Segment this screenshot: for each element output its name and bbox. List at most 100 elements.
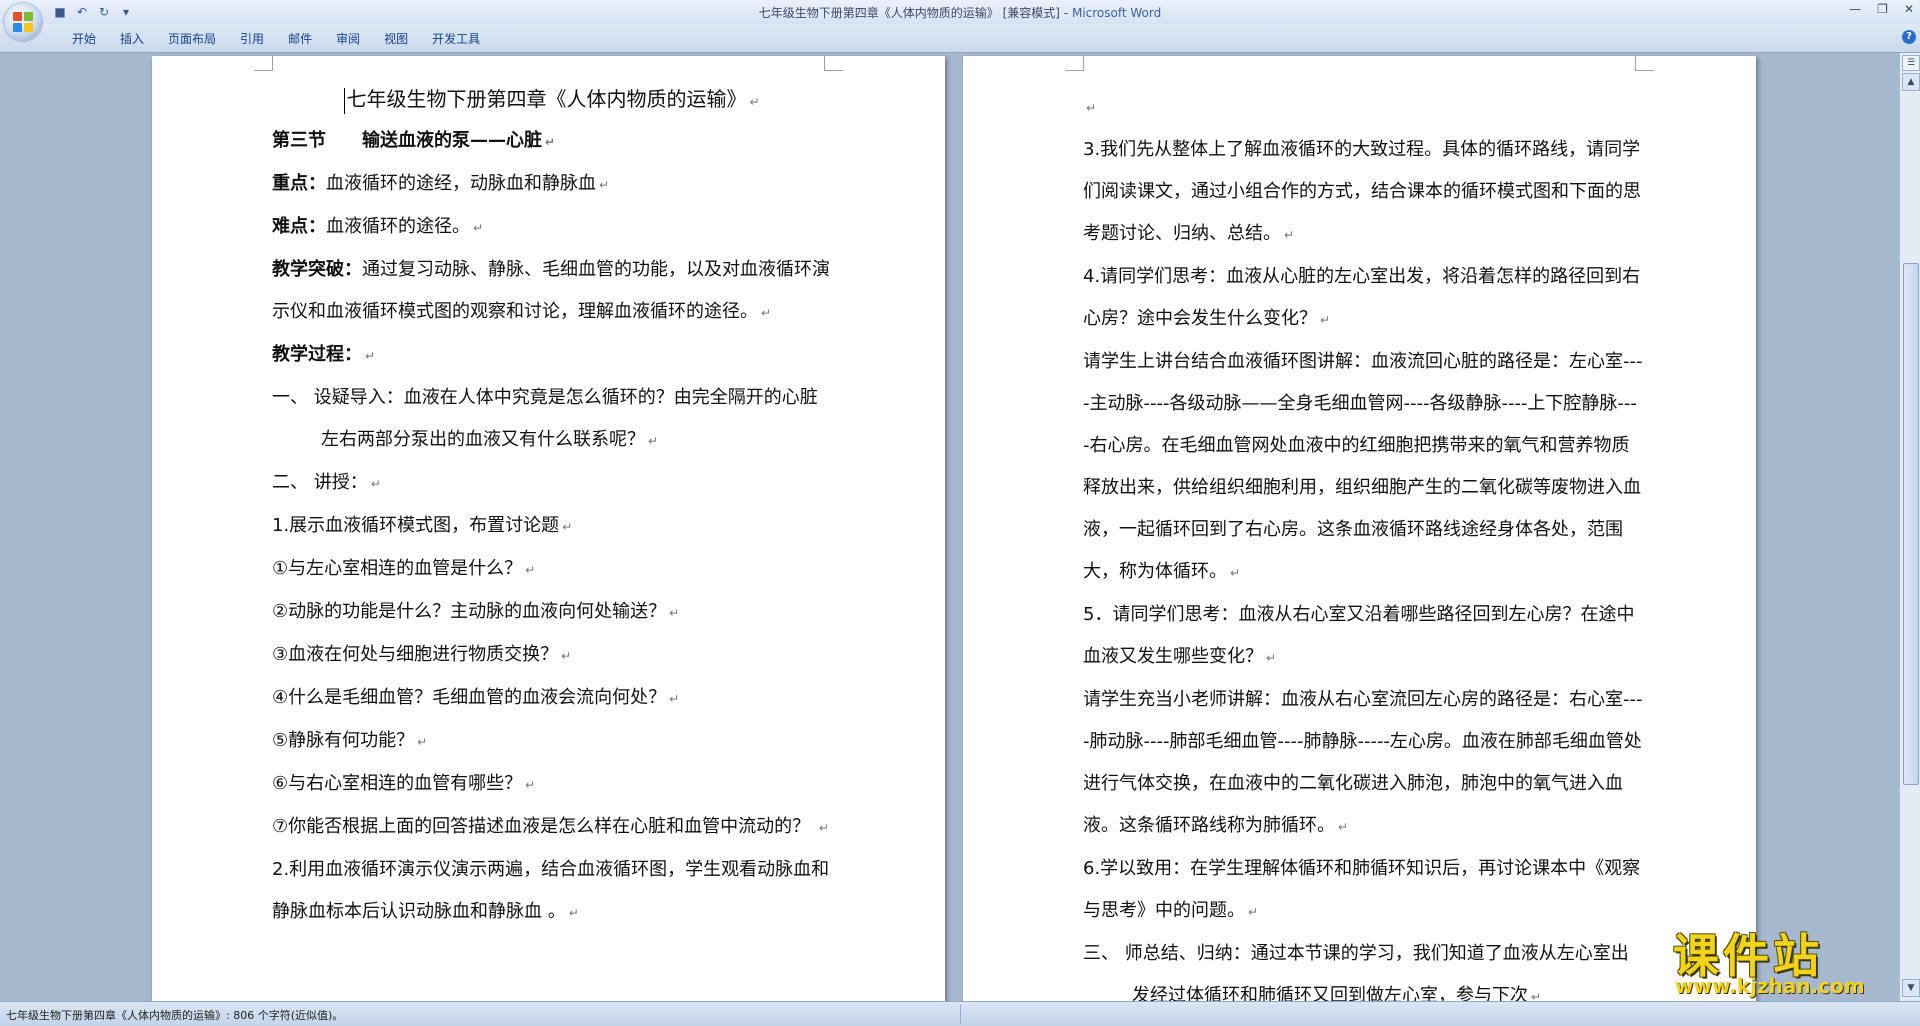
scroll-up-icon[interactable]: ▲ — [1902, 73, 1920, 91]
paragraph-mark-icon: ↵ — [562, 520, 573, 534]
paragraph[interactable]: ⑤静脉有何功能？ ↵ — [272, 720, 832, 763]
paragraph-mark-icon: ↵ — [818, 821, 829, 835]
paragraph[interactable]: 一、 设疑导入：血液在人体中究竟是怎么循环的？由完全隔开的心脏左右两部分泵出的血… — [272, 377, 832, 462]
app-name: Microsoft Word — [1071, 6, 1162, 20]
paragraph[interactable]: 2.利用血液循环演示仪演示两遍，结合血液循环图，学生观看动脉血和静脉血标本后认识… — [272, 849, 832, 934]
paragraph-text: 2.利用血液循环演示仪演示两遍，结合血液循环图，学生观看动脉血和静脉血标本后认识… — [272, 859, 830, 922]
crop-mark — [254, 56, 273, 71]
paragraph[interactable]: 七年级生物下册第四章《人体内物质的运输》 ↵ — [272, 78, 832, 120]
window-title: 七年级生物下册第四章《人体内物质的运输》 [兼容模式] - Microsoft … — [0, 4, 1920, 21]
watermark: 课件站 www.kjzhan.com — [1665, 920, 1905, 1000]
paragraph-mark-icon: ↵ — [568, 906, 579, 920]
paragraph[interactable]: 三、 师总结、归纳：通过本节课的学习，我们知道了血液从左心室出发经过体循环和肺循… — [1083, 933, 1643, 1001]
paragraph[interactable]: 二、 讲授： ↵ — [272, 462, 832, 505]
page-left-text[interactable]: 七年级生物下册第四章《人体内物质的运输》 ↵ 第三节 输送血液的泵——心脏 ↵ 重点：血液… — [272, 78, 832, 934]
paragraph[interactable]: 第三节 输送血液的泵——心脏 ↵ — [272, 120, 832, 163]
paragraph-mark-icon: ↵ — [365, 349, 376, 363]
tab-page-layout[interactable]: 页面布局 — [156, 30, 228, 48]
tab-view[interactable]: 视图 — [372, 30, 420, 48]
paragraph-mark-icon: ↵ — [370, 477, 381, 491]
paragraph-text: 七年级生物下册第四章《人体内物质的运输》 — [346, 87, 747, 111]
paragraph-mark-icon: ↵ — [561, 649, 572, 663]
document-title: 七年级生物下册第四章《人体内物质的运输》 [兼容模式] — [758, 6, 1060, 20]
paragraph[interactable]: ③血液在何处与细胞进行物质交换？ ↵ — [272, 634, 832, 677]
ribbon: 开始 插入 页面布局 引用 邮件 审阅 视图 开发工具 ? — [0, 24, 1920, 53]
office-logo-icon — [13, 12, 33, 32]
paragraph-mark-icon: ↵ — [1248, 905, 1259, 919]
paragraph[interactable]: 6.学以致用：在学生理解体循环和肺循环知识后，再讨论课本中《观察与思考》中的问题… — [1083, 848, 1643, 933]
paragraph-mark-icon: ↵ — [1266, 651, 1277, 665]
paragraph-mark-icon: ↵ — [525, 778, 536, 792]
title-bar: ■ ↶ ↻ ▾ 七年级生物下册第四章《人体内物质的运输》 [兼容模式] - Mi… — [0, 0, 1920, 41]
paragraph-text: 输送血液的泵——心脏 — [362, 130, 542, 151]
paragraph[interactable]: 3.我们先从整体上了解血液循环的大致过程。具体的循环路线，请同学们阅读课文，通过… — [1083, 129, 1643, 256]
page-right-text[interactable]: ↵ 3.我们先从整体上了解血液循环的大致过程。具体的循环路线，请同学们阅读课文，通… — [1083, 86, 1643, 1001]
paragraph-text: 6.学以致用：在学生理解体循环和肺循环知识后，再讨论课本中《观察与思考》中的问题… — [1083, 858, 1641, 921]
close-icon[interactable]: ✕ — [1904, 2, 1914, 16]
paragraph-mark-icon: ↵ — [1531, 990, 1542, 1001]
paragraph-text: ③血液在何处与细胞进行物质交换？ — [272, 644, 559, 665]
paragraph[interactable]: ④什么是毛细血管？毛细血管的血液会流向何处？ ↵ — [272, 677, 832, 720]
paragraph-text: 5．请同学们思考：血液从右心室又沿着哪些路径回到左心房？在途中血液又发生哪些变化… — [1083, 604, 1635, 667]
window-controls: — ❐ ✕ — [1849, 2, 1914, 16]
paragraph-text: 血液循环的途经，动脉血和静脉血 — [326, 173, 596, 194]
paragraph-mark-icon: ↵ — [1338, 820, 1349, 834]
paragraph-mark-icon: ↵ — [473, 221, 484, 235]
status-divider — [960, 1004, 961, 1024]
tab-mailings[interactable]: 邮件 — [276, 30, 324, 48]
minimize-icon[interactable]: — — [1849, 2, 1861, 16]
help-icon[interactable]: ? — [1902, 30, 1916, 44]
paragraph-mark-icon: ↵ — [1284, 228, 1295, 242]
tab-home[interactable]: 开始 — [60, 30, 108, 48]
tab-review[interactable]: 审阅 — [324, 30, 372, 48]
paragraph[interactable]: 重点：血液循环的途经，动脉血和静脉血 ↵ — [272, 163, 832, 206]
paragraph-mark-icon: ↵ — [669, 692, 680, 706]
page-left[interactable]: 七年级生物下册第四章《人体内物质的运输》 ↵ 第三节 输送血液的泵——心脏 ↵ 重点：血液… — [152, 56, 945, 1001]
paragraph-text: ④什么是毛细血管？毛细血管的血液会流向何处？ — [272, 687, 667, 708]
paragraph-mark-icon: ↵ — [545, 135, 556, 149]
paragraph[interactable]: ⑦你能否根据上面的回答描述血液是怎么样在心脏和血管中流动的？ ↵ — [272, 806, 832, 849]
title-separator: - — [1059, 6, 1072, 20]
paragraph-mark-icon: ↵ — [1230, 566, 1241, 580]
paragraph[interactable]: 5．请同学们思考：血液从右心室又沿着哪些路径回到左心房？在途中血液又发生哪些变化… — [1083, 594, 1643, 679]
tab-insert[interactable]: 插入 — [108, 30, 156, 48]
tab-references[interactable]: 引用 — [228, 30, 276, 48]
vertical-scrollbar[interactable]: ☰ ▲ ▼ — [1899, 53, 1920, 1001]
tab-developer[interactable]: 开发工具 — [420, 30, 492, 48]
paragraph-mark-icon: ↵ — [525, 563, 536, 577]
document-workspace: 七年级生物下册第四章《人体内物质的运输》 ↵ 第三节 输送血液的泵——心脏 ↵ 重点：血液… — [0, 53, 1900, 1001]
page-right[interactable]: ↵ 3.我们先从整体上了解血液循环的大致过程。具体的循环路线，请同学们阅读课文，通… — [963, 56, 1756, 1001]
paragraph[interactable]: ②动脉的功能是什么？主动脉的血液向何处输送？ ↵ — [272, 591, 832, 634]
paragraph-text: ⑦你能否根据上面的回答描述血液是怎么样在心脏和血管中流动的？ — [272, 816, 816, 837]
paragraph-text: 1.展示血液循环模式图，布置讨论题 — [272, 515, 560, 536]
paragraph[interactable]: 难点：血液循环的途径。 ↵ — [272, 206, 832, 249]
crop-mark — [824, 56, 843, 71]
crop-mark — [1635, 56, 1654, 71]
paragraph-text: 血液循环的途径。 — [326, 216, 470, 237]
scroll-thumb[interactable] — [1903, 263, 1919, 785]
paragraph[interactable]: ↵ — [1083, 86, 1643, 129]
paragraph[interactable]: 4.请同学们思考：血液从心脏的左心室出发，将沿着怎样的路径回到右心房？途中会发生… — [1083, 256, 1643, 341]
paragraph[interactable]: 教学过程： ↵ — [272, 334, 832, 377]
paragraph[interactable]: 1.展示血液循环模式图，布置讨论题 ↵ — [272, 505, 832, 548]
paragraph-text: ⑥与右心室相连的血管有哪些？ — [272, 773, 523, 794]
paragraph-text: ⑤静脉有何功能？ — [272, 730, 415, 751]
paragraph-mark-icon: ↵ — [1320, 313, 1331, 327]
restore-icon[interactable]: ❐ — [1877, 2, 1888, 16]
watermark-url: www.kjzhan.com — [1675, 974, 1865, 998]
view-ruler-icon[interactable]: ☰ — [1902, 55, 1920, 71]
paragraph-mark-icon: ↵ — [648, 434, 659, 448]
paragraph-mark-icon: ↵ — [749, 95, 760, 109]
paragraph[interactable]: 教学突破：通过复习动脉、静脉、毛细血管的功能，以及对血液循环演示仪和血液循环模式… — [272, 249, 832, 334]
paragraph[interactable]: 请学生上讲台结合血液循环图讲解：血液流回心脏的路径是：左心室----主动脉---… — [1083, 341, 1643, 594]
paragraph[interactable]: ①与左心室相连的血管是什么？ ↵ — [272, 548, 832, 591]
paragraph-text: ①与左心室相连的血管是什么？ — [272, 558, 523, 579]
paragraph-label: 教学突破： — [272, 259, 362, 280]
paragraph[interactable]: ⑥与右心室相连的血管有哪些？ ↵ — [272, 763, 832, 806]
paragraph-text: 三、 师总结、归纳：通过本节课的学习，我们知道了血液从左心室出发经过体循环和肺循… — [1083, 943, 1629, 1001]
ribbon-tabs: 开始 插入 页面布局 引用 邮件 审阅 视图 开发工具 — [60, 30, 492, 48]
paragraph[interactable]: 请学生充当小老师讲解：血液从右心室流回左心房的路径是：右心室----肺动脉---… — [1083, 679, 1643, 848]
office-button[interactable] — [4, 3, 42, 41]
paragraph-text: 4.请同学们思考：血液从心脏的左心室出发，将沿着怎样的路径回到右心房？途中会发生… — [1083, 266, 1641, 329]
paragraph-mark-icon: ↵ — [1086, 101, 1097, 115]
